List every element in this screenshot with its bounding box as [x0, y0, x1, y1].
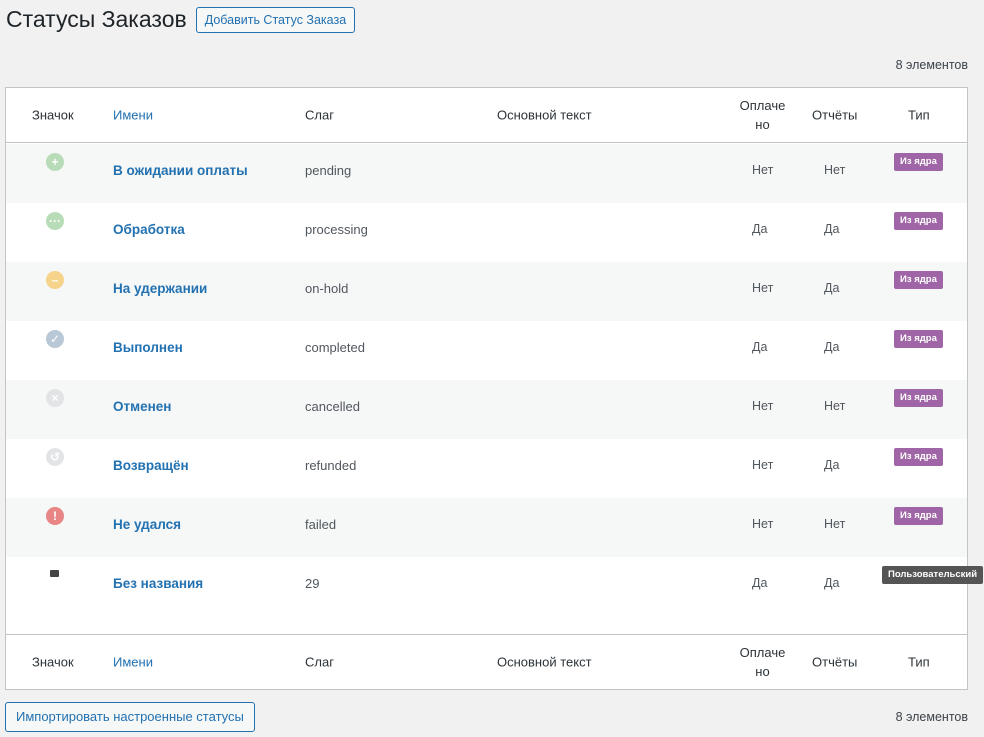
status-slug: failed — [305, 517, 337, 532]
dots-circle-icon: ··· — [46, 212, 64, 230]
status-reports: Нет — [824, 399, 846, 413]
table-row: Без названия 29 Да Да Пользовательский — [6, 557, 984, 616]
order-status-table: Значок Имени Слаг Основной текст Оплаче … — [5, 87, 984, 690]
item-count-bottom: 8 элементов — [895, 710, 968, 724]
status-name-link[interactable]: Выполнен — [113, 340, 183, 355]
status-slug: processing — [305, 222, 368, 237]
status-reports: Нет — [824, 517, 846, 531]
column-header-paid: Оплаче но — [739, 98, 786, 132]
plus-circle-icon: + — [46, 153, 64, 171]
table-row: ↺ Возвращён refunded Нет Да Из ядра — [6, 439, 967, 498]
square-icon — [50, 570, 59, 577]
table-row: ✓ Выполнен completed Да Да Из ядра — [6, 321, 967, 380]
x-circle-icon: × — [46, 389, 64, 407]
column-footer-type: Тип — [908, 654, 930, 670]
column-header-name[interactable]: Имени — [113, 108, 153, 123]
refund-circle-icon: ↺ — [46, 448, 64, 466]
status-name-link[interactable]: Отменен — [113, 399, 171, 414]
column-header-type: Тип — [908, 107, 930, 123]
add-order-status-button[interactable]: Добавить Статус Заказа — [195, 6, 356, 33]
status-name-link[interactable]: Возвращён — [113, 458, 189, 473]
status-name-link[interactable]: На удержании — [113, 281, 207, 296]
table-row: – На удержании on-hold Нет Да Из ядра — [6, 262, 967, 321]
column-footer-reports: Отчёты — [812, 654, 858, 670]
status-paid: Нет — [752, 163, 774, 177]
column-footer-text: Основной текст — [497, 654, 592, 670]
page-header: Статусы Заказов Добавить Статус Заказа — [6, 6, 356, 33]
item-count-top: 8 элементов — [895, 58, 968, 72]
import-statuses-button[interactable]: Импортировать настроенные статусы — [5, 702, 255, 732]
status-type-badge: Из ядра — [894, 212, 943, 230]
column-footer-icon: Значок — [32, 654, 74, 670]
exclamation-circle-icon: ! — [46, 507, 64, 525]
status-paid: Нет — [752, 458, 774, 472]
status-type-badge: Из ядра — [894, 448, 943, 466]
status-slug: on-hold — [305, 281, 349, 296]
status-reports: Да — [824, 222, 840, 236]
column-header-text: Основной текст — [497, 107, 592, 123]
status-type-badge: Из ядра — [894, 271, 943, 289]
column-header-icon: Значок — [32, 107, 74, 123]
status-name-link[interactable]: Обработка — [113, 222, 185, 237]
status-paid: Нет — [752, 399, 774, 413]
status-reports: Да — [824, 281, 840, 295]
status-paid: Да — [752, 576, 768, 590]
status-paid: Нет — [752, 281, 774, 295]
status-paid: Да — [752, 222, 768, 236]
table-row: + В ожидании оплаты pending Нет Нет Из я… — [6, 144, 967, 203]
status-name-link[interactable]: В ожидании оплаты — [113, 163, 248, 178]
table-row: × Отменен cancelled Нет Нет Из ядра — [6, 380, 967, 439]
column-footer-paid: Оплаче но — [739, 645, 786, 679]
status-type-badge: Из ядра — [894, 330, 943, 348]
status-paid: Да — [752, 340, 768, 354]
column-header-slug: Слаг — [305, 107, 334, 123]
status-type-badge: Пользовательский — [882, 566, 984, 584]
status-type-badge: Из ядра — [894, 389, 943, 407]
page-title: Статусы Заказов — [6, 6, 187, 32]
status-type-badge: Из ядра — [894, 507, 943, 525]
status-slug: 29 — [305, 576, 320, 591]
status-type-badge: Из ядра — [894, 153, 943, 171]
minus-circle-icon: – — [46, 271, 64, 289]
column-header-reports: Отчёты — [812, 107, 858, 123]
status-slug: completed — [305, 340, 365, 355]
table-row: ! Не удался failed Нет Нет Из ядра — [6, 498, 967, 557]
status-paid: Нет — [752, 517, 774, 531]
check-circle-icon: ✓ — [46, 330, 64, 348]
status-name-link[interactable]: Не удался — [113, 517, 181, 532]
status-reports: Нет — [824, 163, 846, 177]
column-footer-slug: Слаг — [305, 654, 334, 670]
status-reports: Да — [824, 576, 840, 590]
status-reports: Да — [824, 340, 840, 354]
status-slug: pending — [305, 163, 352, 178]
status-name-link[interactable]: Без названия — [113, 576, 203, 591]
status-slug: refunded — [305, 458, 357, 473]
status-slug: cancelled — [305, 399, 360, 414]
table-header: Значок Имени Слаг Основной текст Оплаче … — [6, 88, 967, 143]
status-reports: Да — [824, 458, 840, 472]
column-footer-name[interactable]: Имени — [113, 655, 153, 670]
table-row: ··· Обработка processing Да Да Из ядра — [6, 203, 967, 262]
table-footer: Значок Имени Слаг Основной текст Оплаче … — [6, 634, 967, 689]
